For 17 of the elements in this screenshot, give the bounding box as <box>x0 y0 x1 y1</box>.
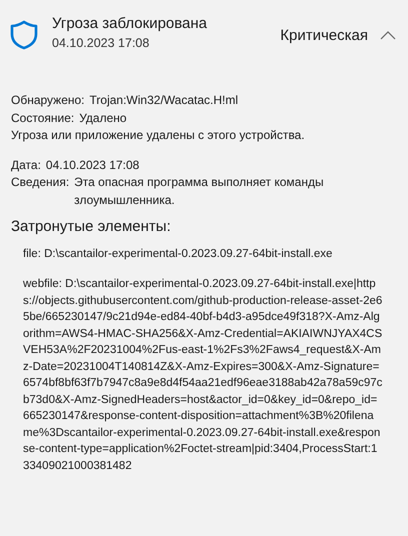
affected-item: webfile: D:\scantailor-experimental-0.2023.09.27-64bit-install.exe|https://objects.githubusercontent.com/github-production-release-asset-2e65be/665230147/9c21d94e-ed84-40bf-b4d3-a95dce49f318?X-Amz-Algorithm=AWS4-HMAC-SHA256&X-Amz-Credential=AKIAIWNJYAX4CSVEH53A%2F20231004%2Fus-east-1%2Fs3%2Faws4_request&X-Amz-Date=20231004T140814Z&X-Amz-Expires=300&X-Amz-Signature=6574bf8bf63f7b7947c8a9e8d4f54aa21edf96eae3188ab42a78a59c97cb73d0&X-Amz-SignedHeaders=host&actor_id=0&key_id=0&repo_id=665230147&response-content-disposition=attachment%3B%20filename%3Dscantailor-experimental-0.2023.09.27-64bit-install.exe&response-content-type=application%2Foctet-stream|pid:3404,ProcessStart:133409021000381482 <box>23 277 384 474</box>
affected-item: file: D:\scantailor-experimental-0.2023.09.27-64bit-install.exe <box>23 246 334 262</box>
section-title: Затронутые элементы: <box>11 218 172 236</box>
shield-icon <box>10 20 38 50</box>
field-value: Удалено <box>79 110 127 126</box>
threat-title: Угроза заблокирована <box>52 14 208 34</box>
field-value: Trojan:Win32/Wacatac.H!ml <box>90 92 238 109</box>
threat-time: 04.10.2023 17:08 <box>52 35 150 52</box>
status-message: Угроза или приложение удалены с этого устройства. <box>11 127 306 144</box>
field-label: Состояние: <box>11 110 74 126</box>
field-value: Эта опасная программа выполняет команды злоумышленника. <box>74 174 325 208</box>
field-label: Дата: <box>11 156 41 174</box>
field-value: 04.10.2023 17:08 <box>46 156 140 174</box>
field-label: Обнаружено: <box>11 92 85 109</box>
field-label: Сведения: <box>11 174 70 191</box>
chevron-icon[interactable] <box>380 31 396 40</box>
severity-label: Критическая <box>280 27 368 44</box>
